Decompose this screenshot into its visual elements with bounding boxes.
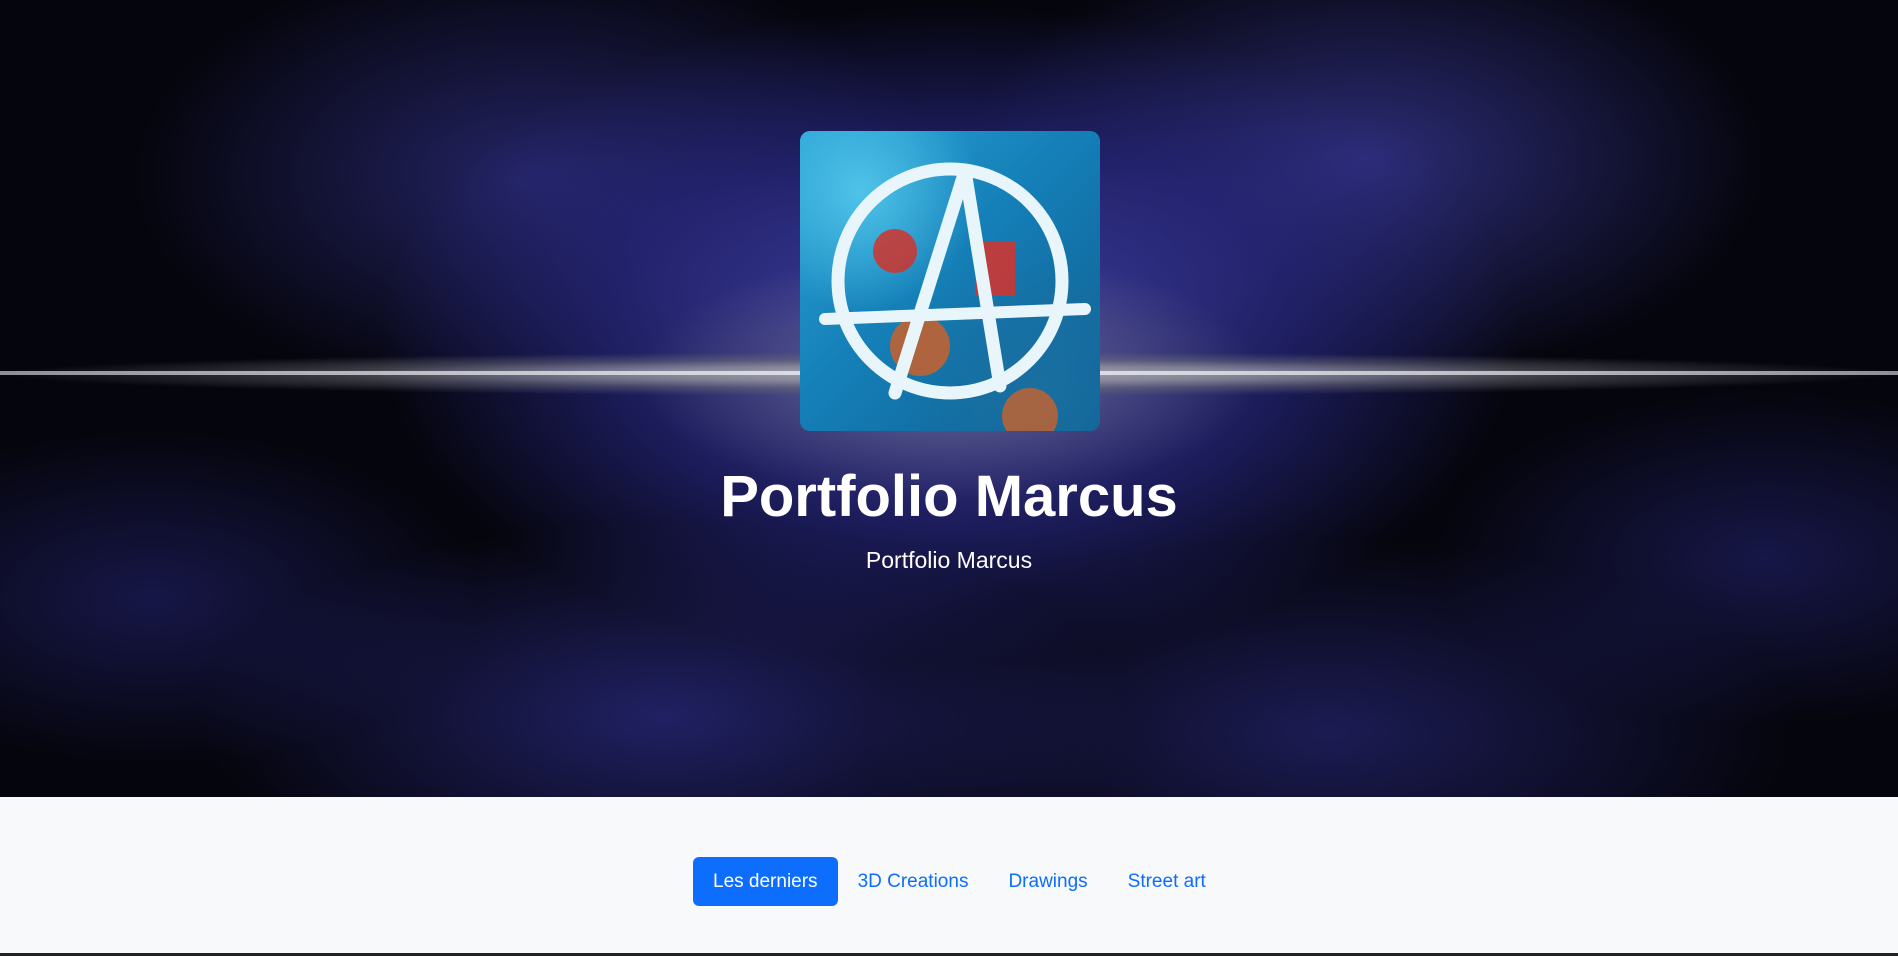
tab-3d-creations[interactable]: 3D Creations xyxy=(838,857,989,906)
tab-les-derniers[interactable]: Les derniers xyxy=(693,857,838,906)
hero-banner: Portfolio Marcus Portfolio Marcus xyxy=(0,0,1898,797)
page-subtitle: Portfolio Marcus xyxy=(865,547,1033,573)
tab-street-art[interactable]: Street art xyxy=(1108,857,1226,906)
category-nav: Les derniers 3D Creations Drawings Stree… xyxy=(0,797,1898,956)
category-tabs: Les derniers 3D Creations Drawings Stree… xyxy=(693,857,1226,906)
anarchy-logo-icon xyxy=(800,131,1100,431)
tab-drawings[interactable]: Drawings xyxy=(988,857,1107,906)
page-title: Portfolio Marcus xyxy=(720,464,1178,529)
